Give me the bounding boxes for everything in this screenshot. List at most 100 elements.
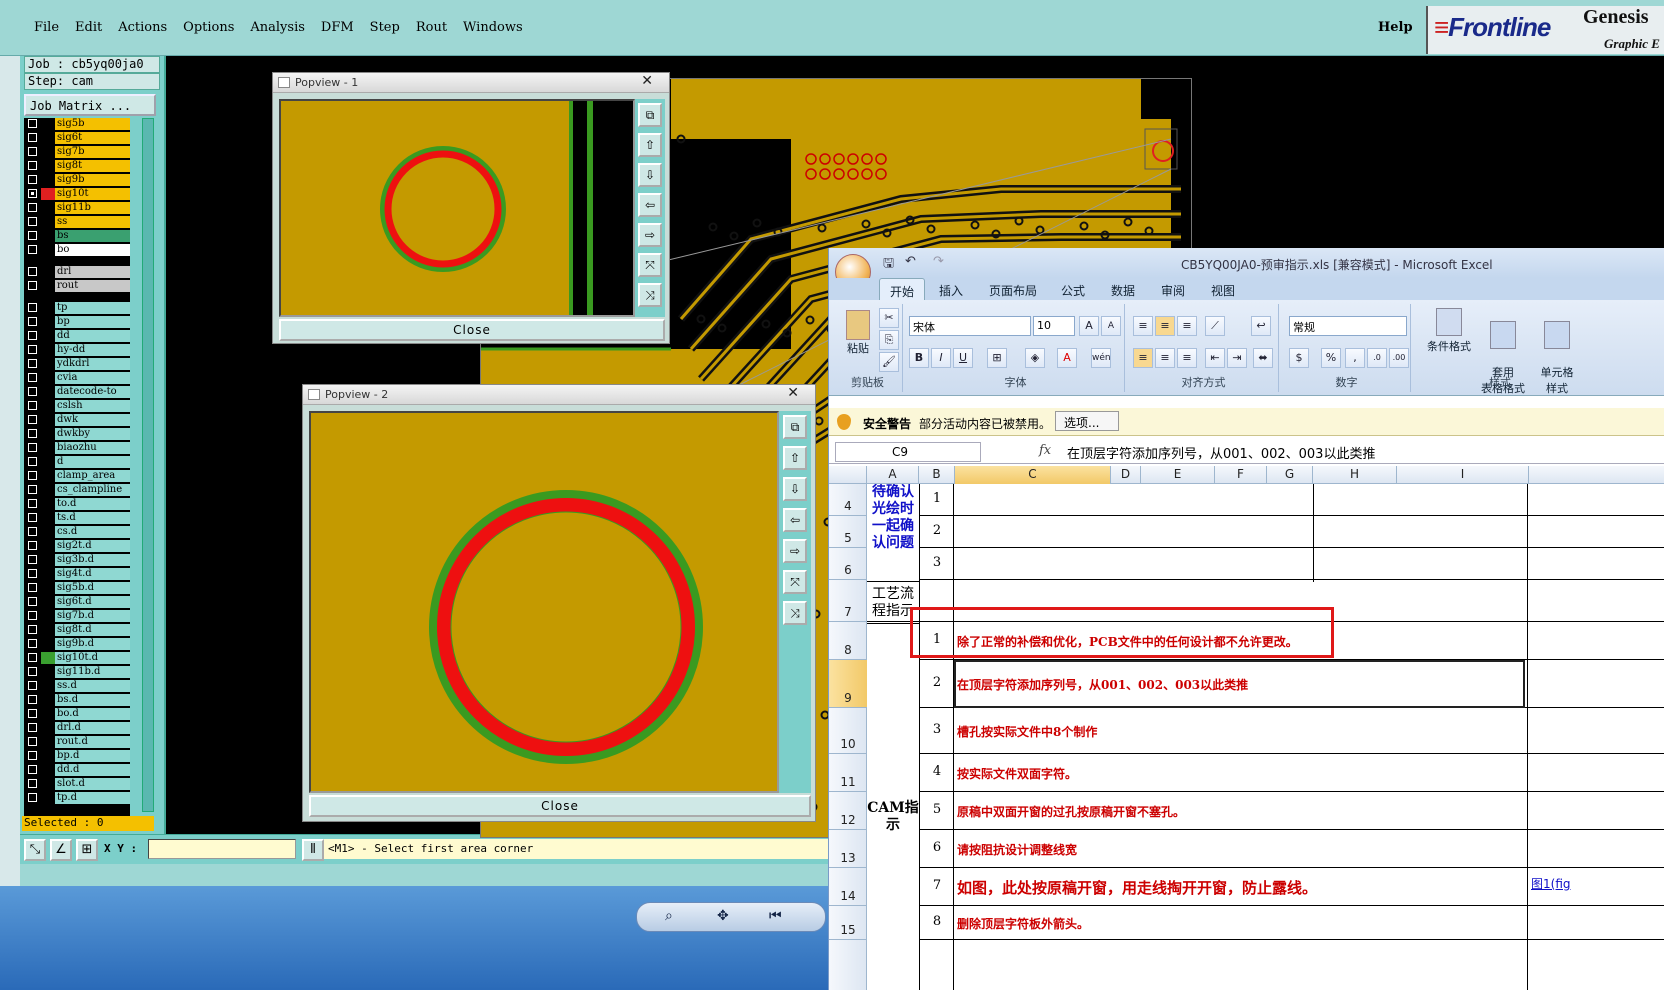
layer-row[interactable]: to.d (24, 498, 130, 510)
layer-row[interactable]: sig7b.d (24, 610, 130, 622)
tab-data[interactable]: 数据 (1111, 282, 1135, 299)
layer-row[interactable]: sig9b (24, 174, 130, 186)
layer-checkbox[interactable] (28, 373, 37, 382)
row-header[interactable]: 10 (829, 708, 867, 754)
layer-row[interactable]: dwk (24, 414, 130, 426)
layer-row[interactable]: sig3b.d (24, 554, 130, 566)
layer-row[interactable]: ss.d (24, 680, 130, 692)
layer-checkbox[interactable] (28, 429, 37, 438)
align-center-icon[interactable]: ≡ (1155, 348, 1175, 368)
layer-list-scrollbar[interactable] (142, 118, 154, 812)
accounting-icon[interactable]: $ (1289, 348, 1309, 368)
grid-button[interactable]: ⊞ (76, 839, 98, 861)
font-name-select[interactable]: 宋体 (909, 316, 1031, 336)
font-size-select[interactable]: 10 (1033, 316, 1075, 336)
zoom-fit-icon[interactable]: ⧉ (638, 103, 662, 127)
tab-insert[interactable]: 插入 (939, 282, 963, 299)
layer-row[interactable]: ts.d (24, 512, 130, 524)
layer-checkbox[interactable] (28, 245, 37, 254)
layer-row[interactable]: rout.d (24, 736, 130, 748)
layer-checkbox[interactable] (28, 513, 37, 522)
layer-row[interactable]: clamp_area (24, 470, 130, 482)
layer-checkbox[interactable] (28, 119, 37, 128)
borders-icon[interactable]: ⊞ (987, 348, 1007, 368)
layer-row[interactable]: dd.d (24, 764, 130, 776)
layer-row[interactable]: sig8t (24, 160, 130, 172)
layer-checkbox[interactable] (28, 189, 37, 198)
column-header-h[interactable]: H (1313, 466, 1397, 484)
zoom-icon[interactable]: ⌕ (665, 908, 673, 924)
merge-center-icon[interactable]: ⬌ (1253, 348, 1273, 368)
cut-icon[interactable]: ✂ (879, 308, 899, 328)
fill-color-icon[interactable]: ◈ (1025, 348, 1045, 368)
layer-row[interactable]: cs.d (24, 526, 130, 538)
layer-checkbox[interactable] (28, 401, 37, 410)
cell-b-number[interactable]: 4 (920, 764, 954, 779)
cell-c-instruction[interactable]: 如图，此处按原稿开窗，用走线掏开开窗，防止露线。 (957, 877, 1317, 898)
cell-b-number[interactable]: 3 (920, 722, 954, 737)
tab-view[interactable]: 视图 (1211, 282, 1235, 299)
popview-1-close-button[interactable]: Close (279, 319, 665, 341)
layer-checkbox[interactable] (28, 779, 37, 788)
cell-c-instruction[interactable]: 请按阻抗设计调整线宽 (957, 841, 1077, 858)
popview-2-close-button[interactable]: Close (309, 795, 811, 817)
security-options-button[interactable]: 选项... (1055, 411, 1119, 431)
layer-row[interactable]: biaozhu (24, 442, 130, 454)
layer-checkbox[interactable] (28, 387, 37, 396)
layer-row[interactable]: d (24, 456, 130, 468)
popview-2-canvas[interactable] (309, 411, 779, 793)
formula-input[interactable]: 在顶层字符添加序列号，从001、002、003以此类推 (1067, 443, 1375, 462)
layer-row[interactable]: datecode-to (24, 386, 130, 398)
shrink-font-icon[interactable]: A (1101, 316, 1121, 336)
cell-b-number[interactable]: 1 (920, 491, 954, 506)
align-right-icon[interactable]: ≡ (1177, 348, 1197, 368)
layer-checkbox[interactable] (28, 597, 37, 606)
grow-font-icon[interactable]: A (1079, 316, 1099, 336)
layer-checkbox[interactable] (28, 751, 37, 760)
undo-icon[interactable]: ↶ (905, 254, 916, 269)
underline-icon[interactable]: U (953, 348, 973, 368)
layer-checkbox[interactable] (28, 667, 37, 676)
layer-row[interactable]: sig6t (24, 132, 130, 144)
tab-formulas[interactable]: 公式 (1061, 282, 1085, 299)
menu-dfm[interactable]: DFM (321, 20, 354, 35)
menu-options[interactable]: Options (183, 20, 234, 35)
cell-b-number[interactable]: 5 (920, 802, 954, 817)
layer-row[interactable]: bp.d (24, 750, 130, 762)
row-header[interactable]: 8 (829, 622, 867, 660)
layer-checkbox[interactable] (28, 317, 37, 326)
layer-row[interactable]: bo (24, 244, 130, 256)
layer-row[interactable]: sig4t.d (24, 568, 130, 580)
layer-checkbox[interactable] (28, 653, 37, 662)
layer-row[interactable]: ss (24, 216, 130, 228)
layer-row[interactable]: hy-dd (24, 344, 130, 356)
layer-checkbox[interactable] (28, 765, 37, 774)
cell-b-number[interactable]: 3 (920, 555, 954, 570)
layer-checkbox[interactable] (28, 499, 37, 508)
insert-function-icon[interactable]: fx (1039, 443, 1051, 458)
layer-checkbox[interactable] (28, 345, 37, 354)
cell-b-number[interactable]: 8 (920, 914, 954, 929)
pan-up-icon[interactable]: ⇧ (783, 446, 807, 470)
cell-c-instruction[interactable]: 按实际文件双面字符。 (957, 765, 1077, 782)
menu-edit[interactable]: Edit (75, 20, 102, 35)
layer-checkbox[interactable] (28, 695, 37, 704)
row-header[interactable]: 6 (829, 548, 867, 580)
font-color-icon[interactable]: A (1057, 348, 1077, 368)
layer-checkbox[interactable] (28, 611, 37, 620)
layer-checkbox[interactable] (28, 639, 37, 648)
cell-b-number[interactable]: 2 (920, 675, 954, 690)
cell-b-number[interactable]: 2 (920, 523, 954, 538)
layer-row[interactable]: bp (24, 316, 130, 328)
zoom-in-icon[interactable]: ⤧ (783, 570, 807, 594)
align-left-icon[interactable]: ≡ (1133, 348, 1153, 368)
snap-button[interactable]: ⫴ (302, 839, 324, 861)
row-header[interactable]: 11 (829, 754, 867, 792)
layer-checkbox[interactable] (28, 583, 37, 592)
row-header[interactable]: 4 (829, 484, 867, 516)
layer-row[interactable]: bo.d (24, 708, 130, 720)
pan-right-icon[interactable]: ⇨ (638, 223, 662, 247)
job-matrix-button[interactable]: Job Matrix ... (24, 94, 156, 116)
layer-row[interactable]: drl.d (24, 722, 130, 734)
layer-row[interactable]: sig10t (24, 188, 130, 200)
